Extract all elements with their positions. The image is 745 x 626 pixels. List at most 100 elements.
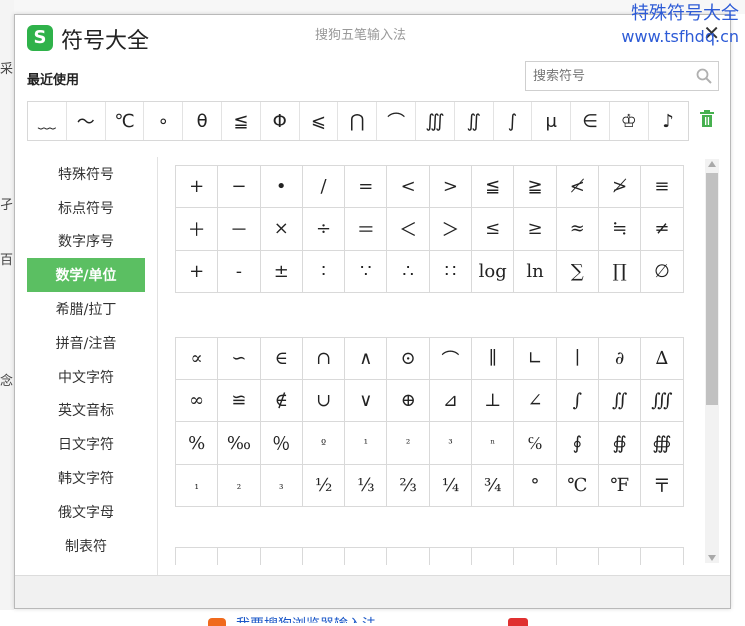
recent-symbol[interactable]: ℃ bbox=[106, 102, 145, 140]
sidebar-category[interactable]: 制表符 bbox=[27, 529, 145, 563]
symbol-cell[interactable]: ° bbox=[514, 464, 557, 508]
symbol-cell[interactable]: < bbox=[387, 166, 430, 209]
sidebar-category[interactable]: 日文字符 bbox=[27, 427, 145, 461]
sidebar-category[interactable]: 特殊符号 bbox=[27, 157, 145, 191]
symbol-cell[interactable]: − bbox=[218, 166, 261, 209]
symbol-cell[interactable]: ÷ bbox=[302, 208, 346, 251]
sidebar-category[interactable]: 俄文字母 bbox=[27, 495, 145, 529]
symbol-cell[interactable]: ln bbox=[514, 250, 557, 293]
symbol-cell[interactable]: ∏ bbox=[598, 250, 642, 293]
sidebar-category[interactable]: 中文字符 bbox=[27, 360, 145, 394]
symbol-cell[interactable]: ³ bbox=[429, 422, 473, 465]
symbol-cell[interactable]: ＞ bbox=[429, 208, 473, 251]
trash-icon[interactable] bbox=[699, 109, 715, 129]
symbol-cell[interactable]: ≌ bbox=[218, 380, 261, 423]
recent-symbol[interactable]: μ bbox=[532, 102, 572, 140]
symbol-cell[interactable]: ∨ bbox=[345, 380, 388, 423]
recent-symbol[interactable]: ⌒ bbox=[377, 102, 416, 140]
scroll-thumb[interactable] bbox=[706, 173, 718, 405]
symbol-cell[interactable]: ₂ bbox=[218, 464, 261, 508]
symbol-cell[interactable] bbox=[641, 548, 684, 565]
recent-symbol[interactable]: ⋂ bbox=[338, 102, 378, 140]
symbol-cell[interactable]: ⊿ bbox=[429, 380, 473, 423]
symbol-cell[interactable]: ¹ bbox=[345, 422, 388, 465]
symbol-cell[interactable]: = bbox=[345, 166, 388, 209]
symbol-cell[interactable] bbox=[303, 548, 346, 565]
scroll-up-icon[interactable] bbox=[708, 161, 716, 167]
symbol-cell[interactable]: ∠ bbox=[514, 380, 557, 423]
search-box[interactable] bbox=[525, 61, 719, 91]
recent-symbol[interactable]: Φ bbox=[261, 102, 300, 140]
search-input[interactable] bbox=[526, 62, 686, 90]
symbol-cell[interactable]: - bbox=[218, 250, 261, 293]
symbol-cell[interactable]: ⌒ bbox=[429, 337, 473, 381]
sidebar-category[interactable]: 标点符号 bbox=[27, 191, 145, 225]
symbol-cell[interactable]: ∴ bbox=[387, 250, 430, 293]
symbol-cell[interactable]: ∩ bbox=[302, 337, 346, 381]
symbol-cell[interactable]: ₃ bbox=[260, 464, 303, 508]
symbol-cell[interactable]: ≠ bbox=[641, 208, 684, 251]
search-icon[interactable] bbox=[696, 68, 712, 84]
recent-symbol[interactable]: ♪ bbox=[649, 102, 688, 140]
symbol-cell[interactable]: ＝ bbox=[345, 208, 388, 251]
symbol-cell[interactable]: ⅔ bbox=[387, 464, 430, 508]
symbol-cell[interactable]: ⅓ bbox=[345, 464, 388, 508]
symbol-cell[interactable] bbox=[599, 548, 642, 565]
symbol-cell[interactable]: ½ bbox=[302, 464, 346, 508]
symbol-cell[interactable]: ∈ bbox=[260, 337, 303, 381]
symbol-cell[interactable] bbox=[557, 548, 599, 565]
symbol-cell[interactable]: ∥ bbox=[472, 337, 515, 381]
symbol-cell[interactable]: ＋ bbox=[176, 208, 219, 251]
symbol-cell[interactable]: ℅ bbox=[514, 422, 557, 465]
sidebar-category[interactable]: 希腊/拉丁 bbox=[27, 292, 145, 326]
recent-symbol[interactable]: ♔ bbox=[610, 102, 649, 140]
symbol-cell[interactable]: ＜ bbox=[387, 208, 430, 251]
symbol-cell[interactable]: ∝ bbox=[176, 337, 219, 381]
symbol-cell[interactable]: ⊥ bbox=[472, 380, 515, 423]
symbol-cell[interactable]: ∪ bbox=[302, 380, 346, 423]
symbol-cell[interactable]: + bbox=[176, 166, 219, 209]
vertical-scrollbar[interactable] bbox=[705, 159, 719, 563]
symbol-cell[interactable]: % bbox=[176, 422, 219, 465]
symbol-cell[interactable]: ± bbox=[260, 250, 303, 293]
symbol-cell[interactable]: ≦ bbox=[472, 166, 515, 209]
symbol-cell[interactable]: ∬ bbox=[598, 380, 642, 423]
symbol-cell[interactable]: ∯ bbox=[598, 422, 642, 465]
symbol-cell[interactable]: ∵ bbox=[345, 250, 388, 293]
symbol-cell[interactable]: ¾ bbox=[472, 464, 515, 508]
symbol-cell[interactable] bbox=[430, 548, 473, 565]
symbol-cell[interactable]: － bbox=[218, 208, 261, 251]
symbol-cell[interactable] bbox=[345, 548, 388, 565]
recent-symbol[interactable]: ∘ bbox=[144, 102, 184, 140]
symbol-cell[interactable]: ∂ bbox=[598, 337, 642, 381]
recent-symbol[interactable]: ∈ bbox=[571, 102, 610, 140]
symbol-cell[interactable] bbox=[514, 548, 557, 565]
symbol-cell[interactable]: × bbox=[260, 208, 303, 251]
symbol-cell[interactable]: ∣ bbox=[556, 337, 599, 381]
symbol-cell[interactable]: ≧ bbox=[514, 166, 557, 209]
symbol-cell[interactable]: ℉ bbox=[598, 464, 642, 508]
symbol-cell[interactable] bbox=[261, 548, 303, 565]
symbol-cell[interactable]: > bbox=[429, 166, 473, 209]
recent-symbol[interactable]: ∬ bbox=[455, 102, 494, 140]
symbol-cell[interactable]: ∫ bbox=[556, 380, 599, 423]
symbol-cell[interactable]: ∭ bbox=[641, 380, 684, 423]
symbol-cell[interactable]: ∰ bbox=[641, 422, 684, 465]
symbol-cell[interactable]: ∆ bbox=[641, 337, 684, 381]
background-link-text[interactable]: 我要搜狗浏览器输入法 bbox=[236, 614, 376, 623]
symbol-cell[interactable]: ₁ bbox=[176, 464, 219, 508]
symbol-cell[interactable]: ≤ bbox=[472, 208, 515, 251]
symbol-cell[interactable]: + bbox=[176, 250, 219, 293]
symbol-cell[interactable]: ≈ bbox=[556, 208, 599, 251]
symbol-cell[interactable]: ¼ bbox=[429, 464, 473, 508]
symbol-cell[interactable]: ≒ bbox=[598, 208, 642, 251]
symbol-cell[interactable]: / bbox=[302, 166, 346, 209]
symbol-cell[interactable]: ∧ bbox=[345, 337, 388, 381]
symbol-cell[interactable]: ℃ bbox=[556, 464, 599, 508]
symbol-cell[interactable] bbox=[472, 548, 515, 565]
symbol-cell[interactable]: ∷ bbox=[429, 250, 473, 293]
symbol-cell[interactable]: º bbox=[302, 422, 346, 465]
symbol-cell[interactable]: ∉ bbox=[260, 380, 303, 423]
recent-symbol[interactable]: ∭ bbox=[416, 102, 455, 140]
recent-symbol[interactable]: ≦ bbox=[222, 102, 261, 140]
